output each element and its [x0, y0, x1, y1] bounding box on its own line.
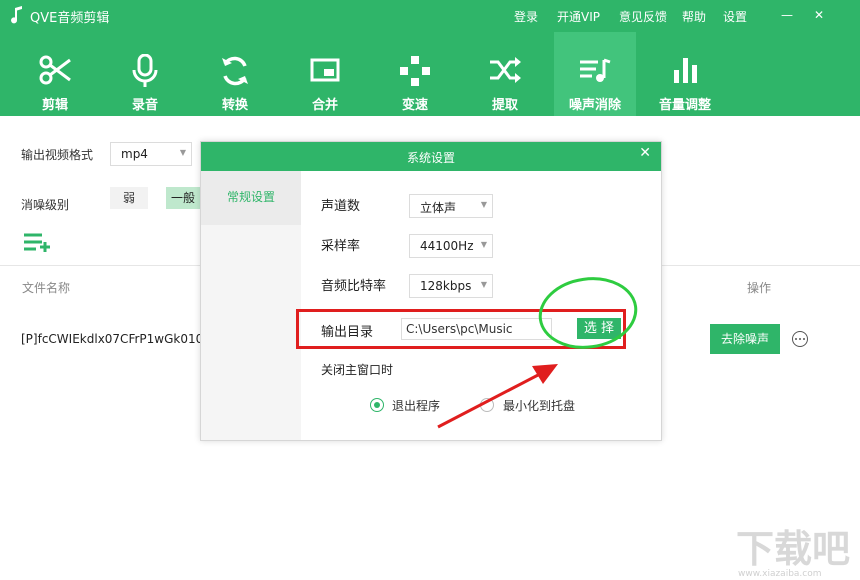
sidebar-item-general[interactable]: 常规设置 — [201, 171, 301, 225]
tool-label: 剪辑 — [41, 98, 68, 113]
minimize-button[interactable]: — — [776, 4, 798, 26]
format-label: 输出视频格式 — [21, 148, 94, 162]
radio-tray-label[interactable]: 最小化到托盘 — [503, 397, 575, 414]
svg-text:下载吧: 下载吧 — [736, 527, 850, 571]
svg-text:www.xiazaiba.com: www.xiazaiba.com — [738, 569, 822, 578]
chevron-down-icon: ▼ — [480, 240, 487, 249]
tool-record[interactable]: 录音 — [104, 32, 186, 116]
scissors-icon — [39, 55, 71, 85]
radio-exit[interactable] — [370, 398, 384, 412]
file-name-cell: [P]fcCWIEkdlx07CFrP1wGk0104 — [21, 332, 211, 346]
channels-value: 立体声 — [420, 201, 457, 215]
tool-label: 音量调整 — [658, 98, 711, 113]
merge-icon — [310, 58, 340, 82]
feedback-link[interactable]: 意见反馈 — [619, 8, 667, 25]
chevron-down-icon: ▼ — [179, 148, 186, 157]
dialog-title: 系统设置 — [406, 151, 455, 165]
bar-chart-icon — [674, 58, 697, 83]
format-select[interactable]: mp4 ▼ — [110, 142, 192, 166]
system-settings-dialog: 系统设置 ✕ 常规设置 声道数 立体声 ▼ 采样率 44100Hz ▼ 音频比特… — [200, 141, 662, 441]
tool-label: 合并 — [311, 98, 338, 113]
tool-merge[interactable]: 合并 — [284, 32, 366, 116]
tool-extract[interactable]: 提取 — [464, 32, 546, 116]
tool-convert[interactable]: 转换 — [194, 32, 276, 116]
channels-label: 声道数 — [321, 199, 361, 214]
bitrate-value: 128kbps — [420, 279, 472, 293]
col-action-header: 操作 — [747, 281, 772, 295]
shuffle-icon — [490, 57, 521, 83]
channels-select[interactable]: 立体声 ▼ — [409, 194, 493, 218]
vip-link[interactable]: 开通VIP — [557, 8, 600, 25]
main-toolbar: 剪辑 录音 转换 合并 变速 提取 噪声消除 音量调整 — [0, 32, 860, 116]
dialog-header: 系统设置 ✕ — [201, 142, 661, 171]
radio-exit-label[interactable]: 退出程序 — [392, 397, 440, 414]
tool-volume[interactable]: 音量调整 — [644, 32, 726, 116]
close-button[interactable]: ✕ — [808, 4, 830, 26]
level-normal-button[interactable]: 一般 — [166, 187, 200, 209]
help-link[interactable]: 帮助 — [682, 8, 706, 25]
bitrate-label: 音频比特率 — [321, 279, 387, 294]
sample-rate-select[interactable]: 44100Hz ▼ — [409, 234, 493, 258]
music-note-icon — [11, 6, 22, 24]
chevron-down-icon: ▼ — [480, 200, 487, 209]
tool-speed[interactable]: 变速 — [374, 32, 456, 116]
tool-label: 转换 — [221, 98, 248, 113]
tool-label: 录音 — [131, 98, 158, 113]
tool-label: 变速 — [401, 98, 428, 113]
noise-icon — [580, 58, 611, 82]
bitrate-select[interactable]: 128kbps ▼ — [409, 274, 493, 298]
tool-label: 噪声消除 — [568, 98, 621, 113]
tool-label: 提取 — [491, 98, 518, 113]
col-filename-header: 文件名称 — [22, 281, 71, 295]
level-weak-button[interactable]: 弱 — [110, 187, 148, 209]
remove-noise-button[interactable]: 去除噪声 — [710, 324, 780, 354]
dialog-close-icon[interactable]: ✕ — [639, 145, 651, 161]
microphone-icon — [132, 54, 158, 87]
app-title: QVE音频剪辑 — [30, 11, 110, 26]
title-bar: QVE音频剪辑 登录 开通VIP 意见反馈 帮助 设置 — ✕ — [0, 0, 860, 32]
sample-rate-value: 44100Hz — [420, 239, 474, 253]
level-label: 消噪级别 — [21, 198, 70, 212]
chevron-down-icon: ▼ — [480, 280, 487, 289]
settings-link[interactable]: 设置 — [723, 8, 747, 25]
refresh-icon — [222, 56, 248, 86]
on-close-label: 关闭主窗口时 — [321, 363, 394, 377]
radio-tray[interactable] — [480, 398, 494, 412]
login-link[interactable]: 登录 — [514, 8, 538, 25]
tab-general-label: 常规设置 — [226, 190, 275, 204]
sample-rate-label: 采样率 — [321, 239, 361, 254]
tool-cut[interactable]: 剪辑 — [14, 32, 96, 116]
more-icon[interactable] — [792, 331, 808, 347]
add-list-icon[interactable] — [22, 232, 52, 252]
tool-denoise[interactable]: 噪声消除 — [554, 32, 636, 116]
dialog-sidebar: 常规设置 — [201, 171, 301, 440]
format-value: mp4 — [121, 147, 148, 161]
watermark-logo: 下载吧 www.xiazaiba.com — [736, 527, 850, 578]
annotation-box — [296, 309, 626, 349]
gamepad-icon — [400, 56, 430, 86]
